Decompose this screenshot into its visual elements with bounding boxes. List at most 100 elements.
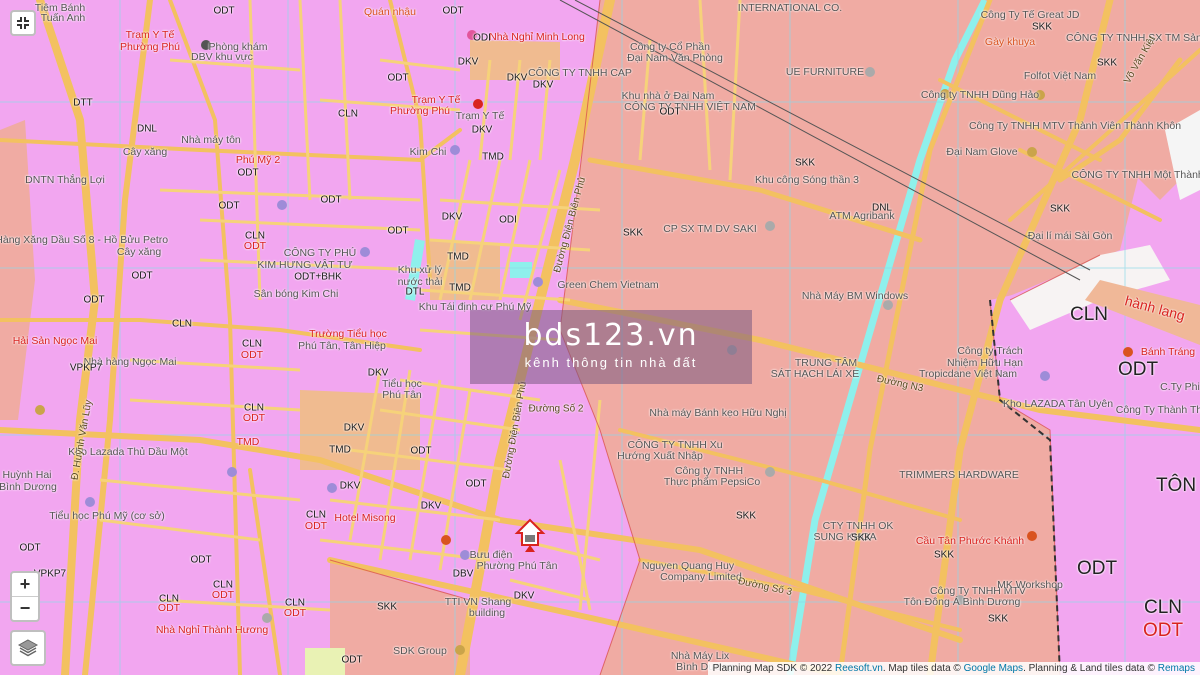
poi-label: Công Ty Thành Thiện <box>1115 404 1200 416</box>
zone-code: ODT <box>237 167 259 179</box>
poi-label: Nhà máy Bánh kẹo Hữu Nghị <box>649 407 787 419</box>
poi-label: Kim Chi <box>409 146 447 158</box>
zone-code: DKV <box>532 79 554 91</box>
green-patch <box>305 648 345 675</box>
poi-label: Tuấn Anh <box>40 12 86 24</box>
poi-label: INTERNATIONAL CO. <box>737 2 843 14</box>
poi-label: CÔNG TY TNHH SX TM Sản Hào <box>1066 32 1200 44</box>
watermark-subtitle: kênh thông tin nhà đất <box>524 355 698 370</box>
zone-code: SKK <box>794 157 816 169</box>
zone-code: DKV <box>471 124 493 136</box>
zone-code: ODT <box>659 106 681 118</box>
zone-code: TMD <box>482 151 504 163</box>
zone-code: DKV <box>343 422 365 434</box>
poi-label: Quán nhậu <box>364 6 416 18</box>
poi-label: Phú Mỹ 2 <box>235 154 281 166</box>
zone-code: CLN <box>305 509 327 521</box>
attribution-link-google-maps[interactable]: Google Maps <box>964 663 1023 674</box>
zone-code: DKV <box>506 72 528 84</box>
poi-label: Cây xăng <box>116 246 162 258</box>
zone-code-large: ODT <box>1142 620 1184 641</box>
poi-label: CÔNG TY TNHH Một Thành Viên Kim <box>1071 169 1200 181</box>
poi-label: KIM HƯNG VẬT TƯ <box>257 259 353 271</box>
poi-label: Tropicdane Việt Nam <box>918 368 1018 380</box>
attribution-text: . Planning & Land tiles data © <box>1023 663 1155 674</box>
zone-code: ODT <box>304 520 328 532</box>
poi-label: Phường Phú Tân <box>476 560 558 572</box>
zone-code: ODT <box>190 554 212 566</box>
zone-code-large: TÔN <box>1155 475 1197 496</box>
zone-code: ODT <box>213 5 235 17</box>
zone-code: DKV <box>441 211 463 223</box>
zone-code: SKK <box>1049 203 1071 215</box>
poi-label: Trạm Y Tế <box>455 110 505 122</box>
attribution: Planning Map SDK © 2022 Reesoft.vn. Map … <box>707 662 1200 675</box>
zone-code: DBV <box>452 568 474 580</box>
zone-code: ODT <box>240 349 264 361</box>
poi-label: Công Ty TNHH MTV Thành Viên Thành Khôn <box>968 120 1182 132</box>
zone-code: DNL <box>136 123 158 135</box>
poi-label: CÔNG TY PHÚ <box>283 247 357 259</box>
zoom-in-button[interactable]: + <box>12 573 38 596</box>
poi-label: Hướng Xuất Nhập <box>617 450 703 462</box>
poi-label: Cầu Tân Phước Khánh <box>915 535 1025 547</box>
poi-label: UE FURNITURE <box>785 66 865 78</box>
attribution-link-remaps[interactable]: Remaps <box>1158 663 1195 674</box>
poi-label: Đại Nam Glove <box>946 146 1018 158</box>
attribution-link-reesoft[interactable]: Reesoft.vn <box>835 663 883 674</box>
poi-label: CP SX TM DV SAKI <box>663 223 757 235</box>
fullscreen-exit-icon <box>17 17 29 29</box>
poi-label: Phú Tân <box>382 389 422 401</box>
zone-code: ODT <box>442 5 464 17</box>
zoom-out-button[interactable]: − <box>12 596 38 620</box>
zone-code: VPKP7 <box>69 362 103 374</box>
poi-label: Bánh Tráng <box>1140 346 1196 358</box>
zone-code-large: CLN <box>1143 597 1183 618</box>
zone-code-large: ODT <box>1076 558 1118 579</box>
layers-button[interactable] <box>10 630 46 666</box>
zone-code: SKK <box>987 613 1009 625</box>
poi-label: Phường Phú <box>389 105 451 117</box>
zone-code: ODT <box>157 602 181 614</box>
poi-label: building <box>468 607 506 619</box>
zone-code: ODT <box>243 240 267 252</box>
poi-label: Thực phẩm PepsiCo <box>663 476 761 488</box>
zone-code: ODT <box>341 654 363 666</box>
poi-label: Trường Tiểu học <box>309 328 387 340</box>
zone-code: ODT <box>211 589 235 601</box>
zone-code: SKK <box>735 510 757 522</box>
zone-code: DTT <box>73 97 93 109</box>
zone-code: DKV <box>420 500 442 512</box>
poi-label: Hotel Misong <box>334 512 396 524</box>
zone-code: ODT <box>218 200 240 212</box>
zone-code: TMD <box>236 436 260 448</box>
fullscreen-button[interactable] <box>10 10 36 36</box>
poi-label: CÔNG TY TNHH VIỆT NAM <box>624 101 756 113</box>
zone-code: ODT+BHK <box>294 271 342 283</box>
poi-label: Huỳnh Hai <box>2 469 52 481</box>
poi-label: Phú Tân, Tân Hiệp <box>298 340 386 352</box>
poi-label: SDK Group <box>393 645 447 657</box>
zone-code: ODI <box>473 32 491 44</box>
poi-label: Sân bóng Kim Chi <box>253 288 339 300</box>
zone-code: CLN <box>171 318 193 330</box>
zone-code: ODT <box>283 607 307 619</box>
poi-label: DNTN Thắng Lợi <box>25 174 105 186</box>
pond <box>510 262 532 278</box>
watermark: bds123.vn kênh thông tin nhà đất <box>470 310 752 384</box>
poi-label: Folfot Việt Nam <box>1023 70 1097 82</box>
poi-label: Cây xăng <box>122 146 168 158</box>
watermark-title: bds123.vn <box>523 318 699 353</box>
poi-label: Đại lí mái Sài Gòn <box>1027 230 1113 242</box>
poi-label: C.Ty Phi <box>1160 381 1200 393</box>
zone-code: DNL <box>871 202 893 214</box>
zone-code: SKK <box>1031 21 1053 33</box>
poi-label: Công ty TNHH Dũng Hảo <box>920 89 1040 101</box>
zone-code: DKV <box>339 480 361 492</box>
zone-code: SKK <box>933 549 955 561</box>
poi-label: Đại Nam Văn Phòng <box>627 52 723 64</box>
poi-label: SÁT HẠCH LÁI XE <box>770 368 860 380</box>
zone-code: DTL <box>405 286 425 298</box>
zone-code: ODI <box>499 214 517 226</box>
poi-label: Tôn Đông Á Bình Dương <box>903 596 1021 608</box>
